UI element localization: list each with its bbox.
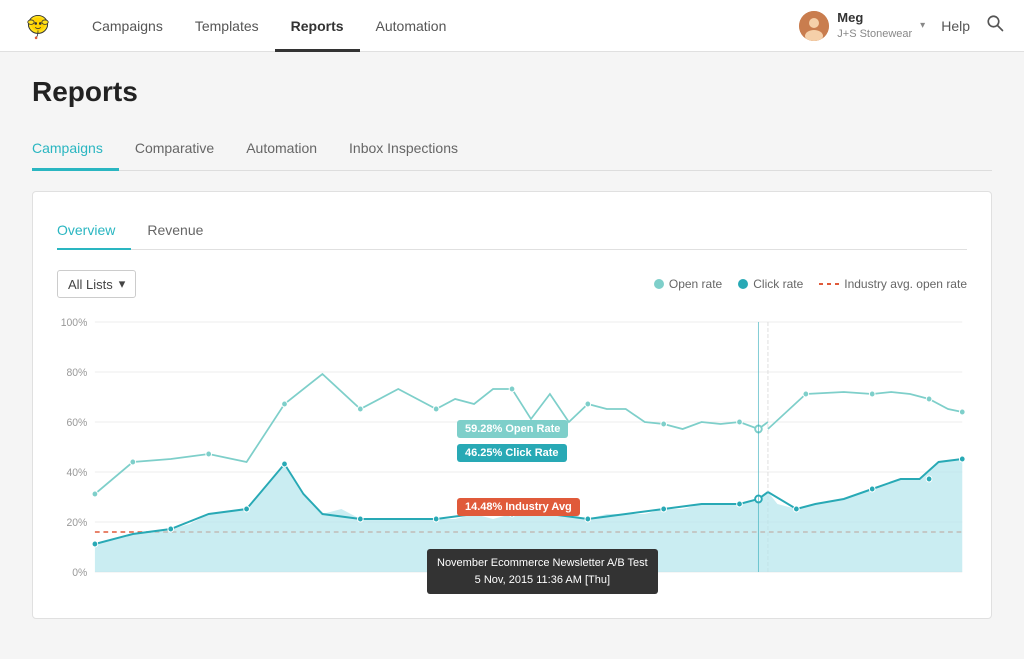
chart-controls: All Lists ▾ Open rate Click rate Industr…: [57, 270, 967, 298]
tab-overview[interactable]: Overview: [57, 216, 131, 250]
nav-campaigns[interactable]: Campaigns: [76, 0, 179, 52]
dropdown-arrow-icon: ▾: [119, 276, 126, 292]
avatar: [799, 11, 829, 41]
tab-comparative[interactable]: Comparative: [119, 132, 230, 171]
dropdown-label: All Lists: [68, 277, 113, 292]
legend-open-rate-label: Open rate: [669, 277, 722, 291]
all-lists-dropdown[interactable]: All Lists ▾: [57, 270, 136, 298]
campaign-date-text: 5 Nov, 2015 11:36 AM [Thu]: [437, 572, 648, 589]
campaign-name-text: November Ecommerce Newsletter A/B Test: [437, 555, 648, 572]
tooltip-industry-avg: 14.48% Industry Avg: [457, 498, 580, 516]
reports-tabs: Campaigns Comparative Automation Inbox I…: [32, 132, 992, 171]
tab-campaigns[interactable]: Campaigns: [32, 132, 119, 171]
nav-right: Meg J+S Stonewear ▾ Help: [799, 10, 1004, 41]
chevron-down-icon: ▾: [920, 20, 925, 31]
user-info: Meg J+S Stonewear: [837, 10, 912, 41]
page-content: Reports Campaigns Comparative Automation…: [0, 52, 1024, 659]
tab-automation[interactable]: Automation: [230, 132, 333, 171]
page-title: Reports: [32, 76, 992, 108]
chart-legend: Open rate Click rate Industry avg. open …: [654, 277, 967, 291]
svg-text:40%: 40%: [66, 467, 87, 479]
chart-inner-tabs: Overview Revenue: [57, 216, 967, 250]
legend-industry-avg-label: Industry avg. open rate: [844, 277, 967, 291]
legend-click-rate: Click rate: [738, 277, 803, 291]
nav-automation[interactable]: Automation: [360, 0, 463, 52]
svg-text:60%: 60%: [66, 417, 87, 429]
legend-click-rate-label: Click rate: [753, 277, 803, 291]
logo[interactable]: [20, 8, 56, 44]
tab-revenue[interactable]: Revenue: [131, 216, 219, 250]
svg-text:0%: 0%: [72, 567, 88, 579]
nav-reports[interactable]: Reports: [275, 0, 360, 52]
help-link[interactable]: Help: [941, 18, 970, 34]
nav-templates[interactable]: Templates: [179, 0, 275, 52]
user-org: J+S Stonewear: [837, 27, 912, 41]
tooltip-open-rate: 59.28% Open Rate: [457, 420, 568, 438]
open-rate-color: [654, 279, 664, 289]
user-name: Meg: [837, 10, 912, 27]
svg-text:80%: 80%: [66, 367, 87, 379]
industry-avg-color: [819, 283, 839, 285]
search-icon[interactable]: [986, 14, 1004, 37]
tooltip-campaign-name: November Ecommerce Newsletter A/B Test 5…: [427, 549, 658, 594]
svg-text:100%: 100%: [61, 317, 88, 329]
svg-text:20%: 20%: [66, 517, 87, 529]
nav-links: Campaigns Templates Reports Automation: [76, 0, 799, 52]
legend-industry-avg: Industry avg. open rate: [819, 277, 967, 291]
tooltip-click-rate: 46.25% Click Rate: [457, 444, 567, 462]
chart-area: 100% 80% 60% 40% 20% 0%: [57, 314, 967, 594]
user-menu[interactable]: Meg J+S Stonewear ▾: [799, 10, 925, 41]
chart-card: Overview Revenue All Lists ▾ Open rate C…: [32, 191, 992, 619]
click-rate-color: [738, 279, 748, 289]
top-nav: Campaigns Templates Reports Automation M…: [0, 0, 1024, 52]
tab-inbox-inspections[interactable]: Inbox Inspections: [333, 132, 474, 171]
legend-open-rate: Open rate: [654, 277, 722, 291]
